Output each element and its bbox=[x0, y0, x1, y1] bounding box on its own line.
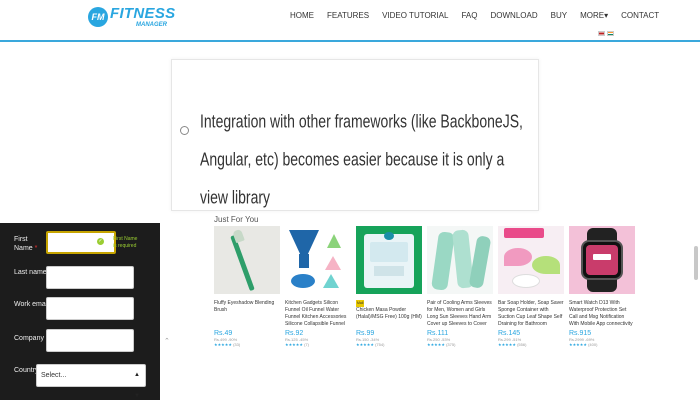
nav-buy[interactable]: BUY bbox=[551, 11, 567, 20]
product-card[interactable]: Fluffy Eyeshadow Blending Brush Rs.49 Rs… bbox=[214, 226, 280, 347]
product-title: Pair of Cooling Arms Sleeves for Men, Wo… bbox=[427, 300, 492, 327]
mall-badge: Mall bbox=[356, 300, 365, 307]
nav-download[interactable]: DOWNLOAD bbox=[490, 11, 537, 20]
main-nav: HOME FEATURES VIDEO TUTORIAL FAQ DOWNLOA… bbox=[290, 11, 659, 20]
product-rating: ★★★★★ (33) bbox=[214, 342, 280, 347]
product-image bbox=[498, 226, 564, 294]
country-select[interactable]: Select... ▲ ▼ bbox=[36, 364, 146, 399]
first-name-validation-note: First Name is required bbox=[113, 236, 138, 249]
product-title: Bar Soap Holder, Soap Saver Sponge Conta… bbox=[498, 300, 564, 327]
product-card[interactable]: Bar Soap Holder, Soap Saver Sponge Conta… bbox=[498, 226, 564, 347]
rating-count: (754) bbox=[375, 342, 385, 347]
chevron-down-icon: ▲ ▼ bbox=[134, 372, 140, 399]
product-title: Smart Watch D13 With Waterproof Protecti… bbox=[569, 300, 633, 327]
last-name-input[interactable] bbox=[46, 266, 134, 289]
product-card[interactable]: Smart Watch D13 With Waterproof Protecti… bbox=[569, 226, 635, 347]
rating-stars: ★★★★★ bbox=[498, 342, 516, 347]
nav-contact[interactable]: CONTACT bbox=[621, 11, 659, 20]
page: FM FITNESS MANAGER HOME FEATURES VIDEO T… bbox=[0, 0, 700, 400]
rating-stars: ★★★★★ bbox=[214, 342, 232, 347]
logo-name: FITNESS bbox=[110, 5, 176, 22]
product-row: Fluffy Eyeshadow Blending Brush Rs.49 Rs… bbox=[214, 226, 635, 347]
valid-check-icon: ✓ bbox=[97, 238, 104, 245]
language-flags bbox=[598, 31, 614, 36]
company-label-text: Company bbox=[14, 335, 44, 342]
logo-subtitle: MANAGER bbox=[136, 22, 167, 28]
product-title: Mall Chicken Masa Powder (Halal)/MSG Free… bbox=[356, 300, 422, 328]
product-price: Rs.111 bbox=[427, 330, 449, 337]
product-price: Rs.49 bbox=[214, 330, 233, 337]
top-navbar: FM FITNESS MANAGER HOME FEATURES VIDEO T… bbox=[0, 0, 700, 42]
work-email-input[interactable] bbox=[46, 297, 134, 320]
product-price: Rs.92 bbox=[285, 330, 304, 337]
work-email-label: Work email bbox=[14, 301, 49, 308]
flag-hindi-icon[interactable] bbox=[607, 31, 614, 36]
rating-count: (33) bbox=[233, 342, 241, 347]
option-radio[interactable] bbox=[180, 126, 189, 135]
rating-count: (556) bbox=[517, 342, 527, 347]
country-select-value: Select... bbox=[41, 372, 67, 379]
product-price: Rs.99 bbox=[356, 330, 375, 337]
quiz-option-card: Integration with other frameworks (like … bbox=[171, 59, 539, 211]
rating-stars: ★★★★★ bbox=[569, 342, 587, 347]
nav-faq[interactable]: FAQ bbox=[461, 11, 477, 20]
rating-stars: ★★★★★ bbox=[285, 342, 303, 347]
product-price: Rs.915 bbox=[569, 330, 592, 337]
product-rating: ★★★★★ (556) bbox=[498, 342, 564, 347]
chevron-up-icon[interactable]: ⌃ bbox=[164, 337, 170, 345]
rating-count: (7) bbox=[304, 342, 309, 347]
product-card[interactable]: Kitchen Gadgets Silicon Funnel Oil Funne… bbox=[285, 226, 351, 347]
product-card[interactable]: Pair of Cooling Arms Sleeves for Men, Wo… bbox=[427, 226, 493, 347]
nav-video-tutorial[interactable]: VIDEO TUTORIAL bbox=[382, 11, 448, 20]
product-card[interactable]: Mall Chicken Masa Powder (Halal)/MSG Free… bbox=[356, 226, 422, 347]
first-name-input[interactable] bbox=[46, 231, 116, 254]
product-title: Kitchen Gadgets Silicon Funnel Oil Funne… bbox=[285, 300, 347, 327]
country-label-text: Country bbox=[14, 367, 39, 374]
nav-features[interactable]: FEATURES bbox=[327, 11, 369, 20]
option-text: Integration with other frameworks (like … bbox=[200, 110, 523, 208]
flag-english-icon[interactable] bbox=[598, 31, 605, 36]
company-input[interactable] bbox=[46, 329, 134, 352]
nav-more-dropdown[interactable]: MORE▾ bbox=[580, 11, 608, 20]
first-name-label-line2: Name bbox=[14, 245, 33, 252]
required-marker: * bbox=[34, 245, 38, 252]
product-image bbox=[569, 226, 635, 294]
first-name-label: First Name * bbox=[14, 235, 37, 253]
rating-count: (400) bbox=[588, 342, 598, 347]
product-image bbox=[356, 226, 422, 294]
last-name-label: Last name bbox=[14, 269, 47, 276]
product-rating: ★★★★★ (7) bbox=[285, 342, 351, 347]
product-price: Rs.145 bbox=[498, 330, 521, 337]
company-label: Company * bbox=[14, 334, 49, 343]
brand-logo[interactable]: FM FITNESS MANAGER bbox=[88, 6, 175, 28]
product-image bbox=[214, 226, 280, 294]
product-title-text: Chicken Masa Powder (Halal)/MSG Free) 10… bbox=[356, 307, 422, 320]
rating-count: (375) bbox=[446, 342, 456, 347]
product-image bbox=[427, 226, 493, 294]
rating-stars: ★★★★★ bbox=[427, 342, 445, 347]
logo-badge: FM bbox=[88, 7, 108, 27]
products-heading: Just For You bbox=[214, 215, 259, 224]
product-title: Fluffy Eyeshadow Blending Brush bbox=[214, 300, 275, 313]
product-image bbox=[285, 226, 351, 294]
product-rating: ★★★★★ (375) bbox=[427, 342, 493, 347]
scrollbar[interactable] bbox=[694, 246, 698, 280]
product-rating: ★★★★★ (400) bbox=[569, 342, 635, 347]
first-name-label-line1: First bbox=[14, 236, 28, 243]
nav-home[interactable]: HOME bbox=[290, 11, 314, 20]
product-rating: ★★★★★ (754) bbox=[356, 342, 422, 347]
rating-stars: ★★★★★ bbox=[356, 342, 374, 347]
